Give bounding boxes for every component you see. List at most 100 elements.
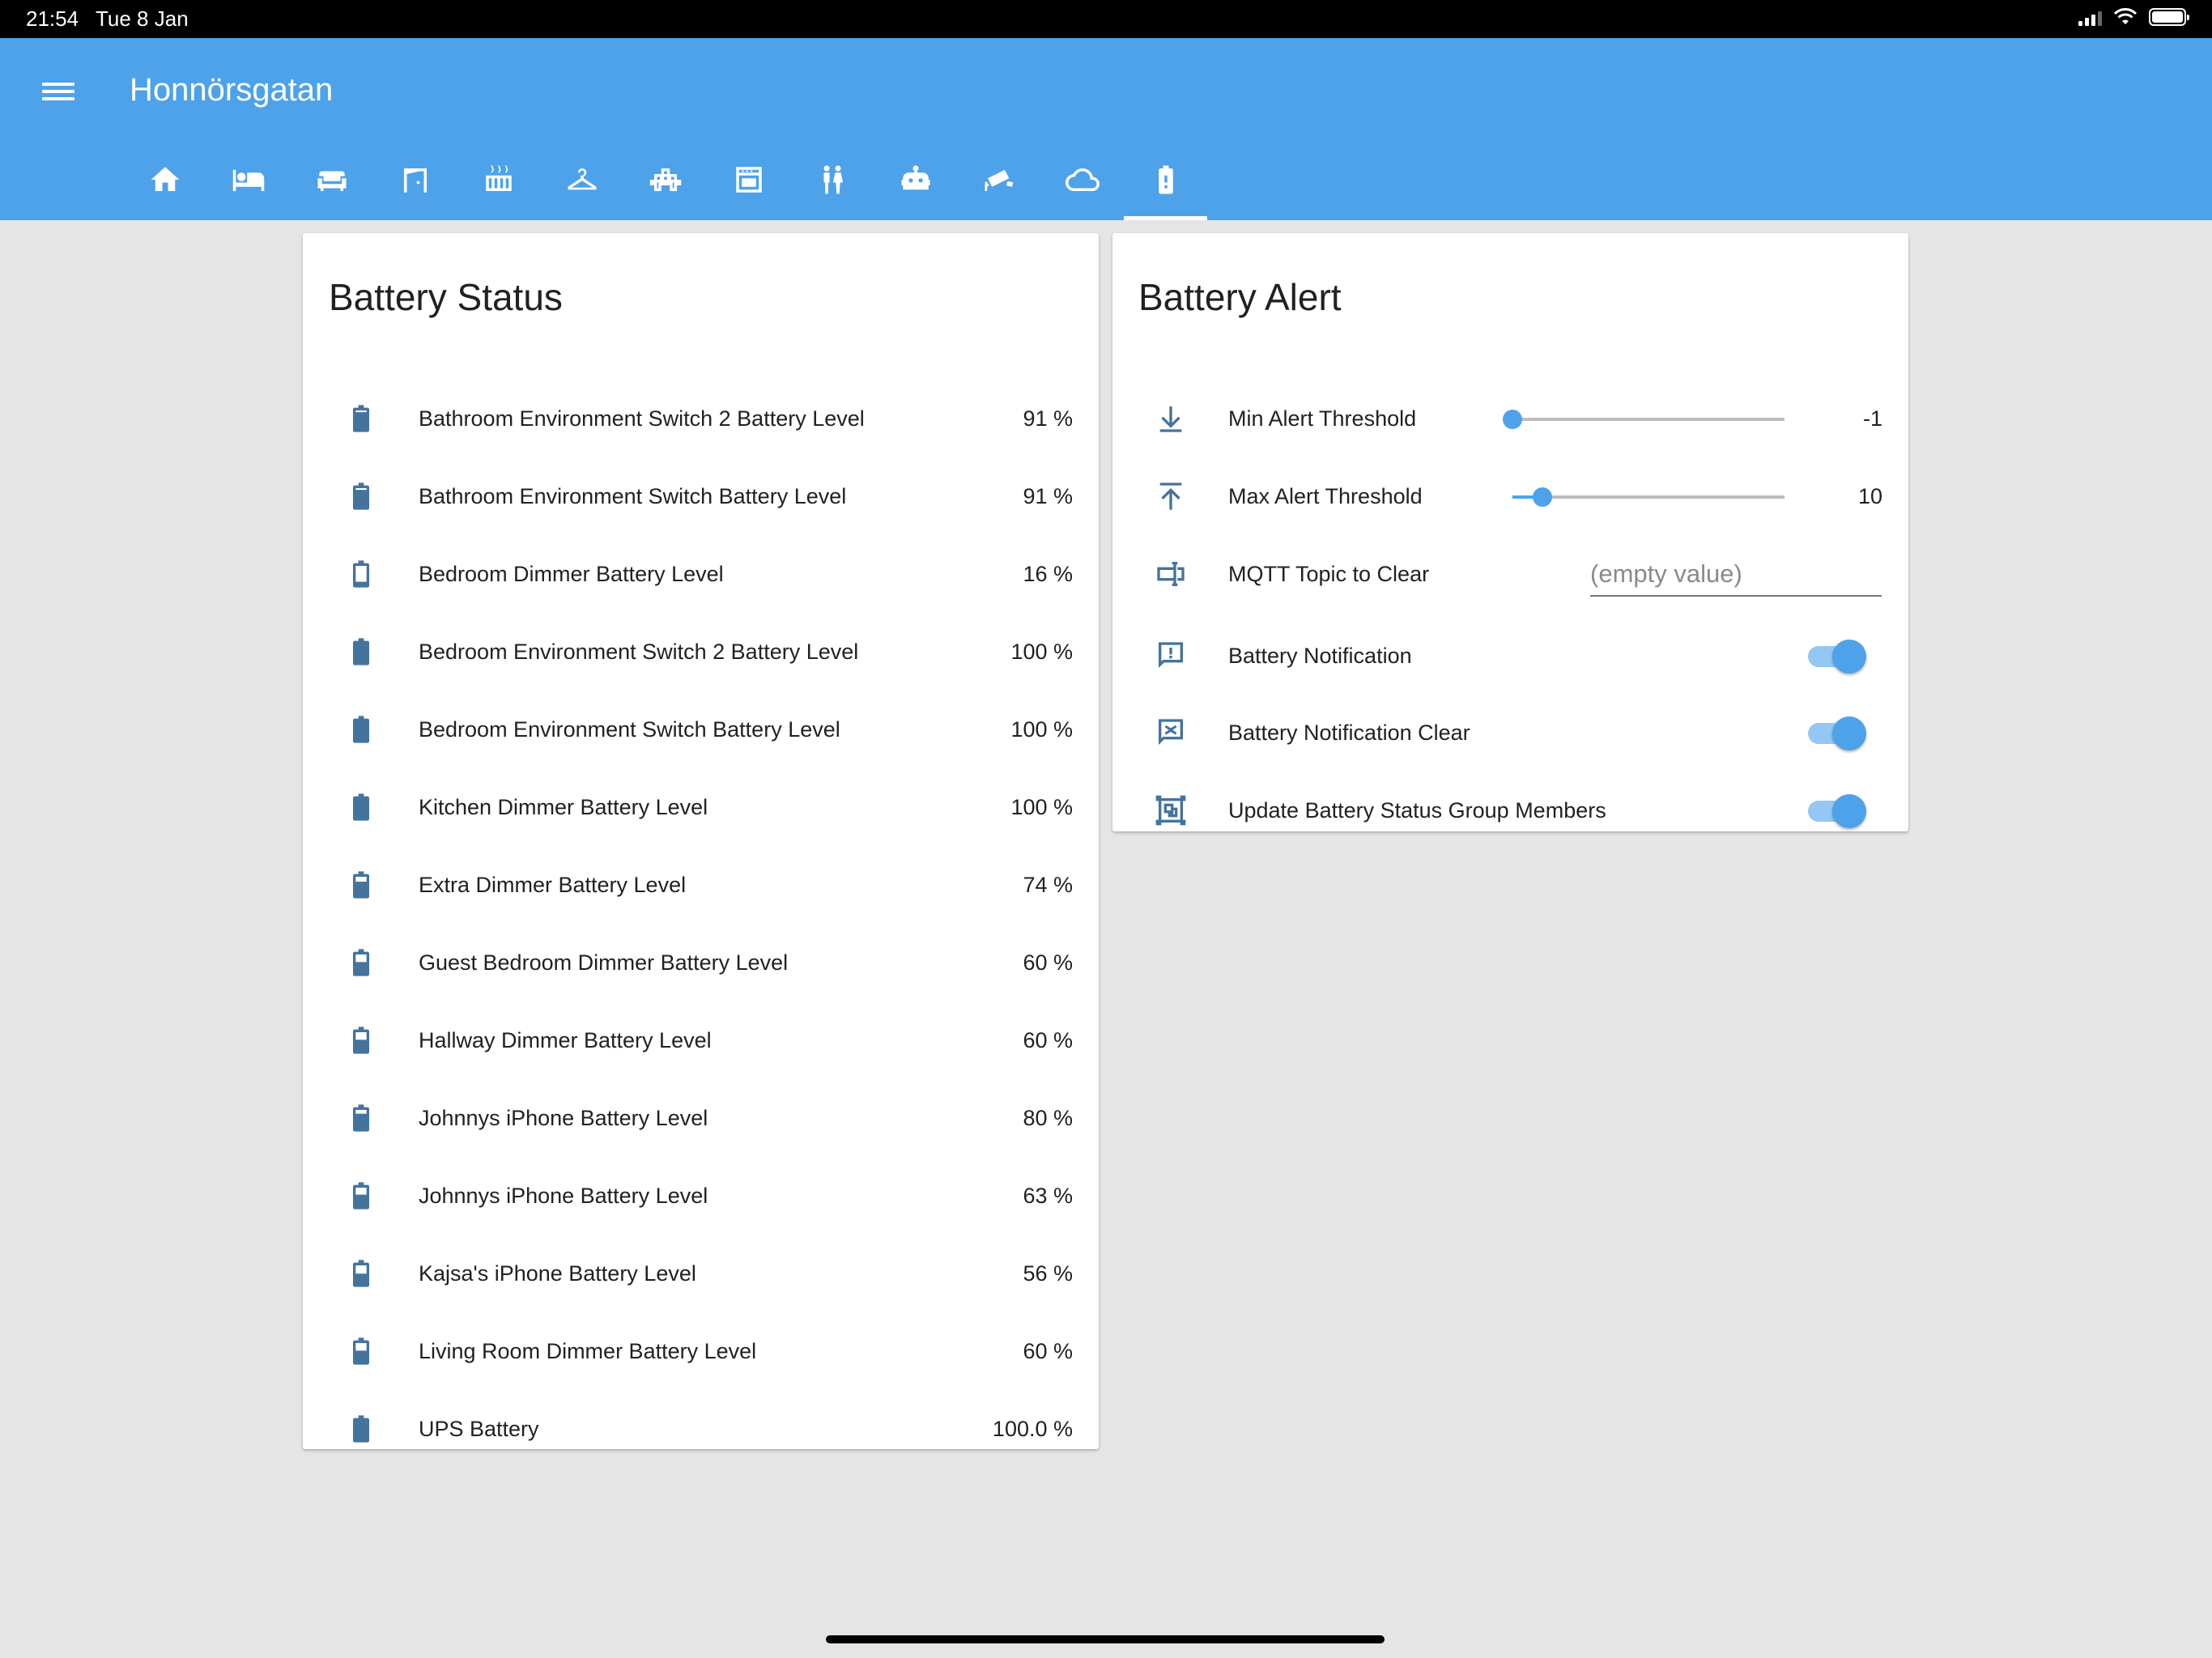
tab-living-room[interactable]: [290, 151, 373, 220]
min-alert-threshold-slider[interactable]: [1503, 410, 1784, 429]
battery-status-label: Bedroom Environment Switch Battery Level: [419, 716, 840, 742]
battery-status-card: Battery Status Bathroom Environment Swit…: [303, 233, 1099, 1449]
battery-status-row[interactable]: Extra Dimmer Battery Level 74 %: [303, 846, 1099, 924]
battery-notification-row: Battery Notification: [1112, 617, 1908, 695]
tab-wardrobe[interactable]: [540, 151, 623, 220]
max-alert-threshold-row: Max Alert Threshold 10: [1112, 457, 1908, 535]
battery-icon: [345, 1257, 377, 1290]
battery-status-value: 74 %: [1023, 872, 1073, 897]
mqtt-topic-row: MQTT Topic to Clear: [1112, 535, 1908, 613]
battery-status-label: Bedroom Environment Switch 2 Battery Lev…: [419, 639, 859, 664]
battery-status-label: Kitchen Dimmer Battery Level: [419, 794, 708, 819]
tab-heating[interactable]: [457, 151, 540, 220]
page-title: Honnörsgatan: [130, 72, 334, 108]
tab-kitchen[interactable]: [623, 151, 707, 220]
mqtt-topic-label: MQTT Topic to Clear: [1228, 561, 1430, 586]
battery-status-row[interactable]: Bedroom Environment Switch 2 Battery Lev…: [303, 613, 1099, 691]
slider-thumb[interactable]: [1532, 487, 1552, 507]
tab-appliances[interactable]: [707, 151, 790, 220]
battery-icon: [345, 1335, 377, 1367]
battery-notification-clear-label: Battery Notification Clear: [1228, 720, 1470, 745]
tab-home[interactable]: [123, 151, 206, 220]
battery-status-value: 91 %: [1023, 483, 1073, 508]
max-alert-threshold-label: Max Alert Threshold: [1228, 483, 1423, 508]
tab-automation[interactable]: [874, 151, 957, 220]
slider-thumb[interactable]: [1503, 410, 1522, 429]
battery-status-row[interactable]: Kajsa's iPhone Battery Level 56 %: [303, 1235, 1099, 1312]
cloud-icon: [1065, 168, 1100, 191]
battery-notification-clear-toggle[interactable]: [1808, 713, 1866, 752]
battery-status-row[interactable]: Bedroom Environment Switch Battery Level…: [303, 691, 1099, 768]
bed-icon: [232, 169, 264, 191]
robot-icon: [901, 165, 929, 190]
battery-status-label: Johnnys iPhone Battery Level: [419, 1105, 708, 1130]
tab-people[interactable]: [790, 151, 874, 220]
battery-notification-clear-row: Battery Notification Clear: [1112, 694, 1908, 772]
update-group-members-label: Update Battery Status Group Members: [1228, 797, 1606, 823]
battery-status-value: 16 %: [1023, 561, 1073, 586]
battery-icon: [345, 1180, 377, 1212]
tab-security[interactable]: [957, 151, 1040, 220]
status-time: 21:54: [26, 6, 79, 31]
cellular-signal-icon: [2078, 8, 2102, 26]
download-arrow-icon: [1155, 402, 1187, 435]
battery-status-label: Hallway Dimmer Battery Level: [419, 1027, 712, 1052]
tab-weather[interactable]: [1040, 151, 1124, 220]
min-alert-threshold-row: Min Alert Threshold -1: [1112, 380, 1908, 457]
battery-notification-toggle[interactable]: [1808, 636, 1866, 675]
menu-icon[interactable]: [42, 79, 74, 111]
battery-icon: [345, 1102, 377, 1134]
battery-status-row[interactable]: Johnnys iPhone Battery Level 80 %: [303, 1079, 1099, 1157]
battery-icon: [345, 402, 377, 435]
radiator-icon: [485, 165, 512, 191]
tab-hallway[interactable]: [373, 151, 457, 220]
people-icon: [823, 165, 843, 194]
battery-status-value: 100 %: [1010, 639, 1073, 664]
view-tabs: [123, 151, 1207, 220]
battery-status-value: 80 %: [1023, 1105, 1073, 1130]
min-alert-threshold-label: Min Alert Threshold: [1228, 406, 1417, 431]
battery-status-row[interactable]: Bathroom Environment Switch 2 Battery Le…: [303, 380, 1099, 457]
battery-status-row[interactable]: Kitchen Dimmer Battery Level 100 %: [303, 768, 1099, 846]
tab-bedroom[interactable]: [206, 151, 290, 220]
battery-status-value: 56 %: [1023, 1261, 1073, 1286]
battery-notification-label: Battery Notification: [1228, 643, 1412, 668]
battery-status-row[interactable]: Living Room Dimmer Battery Level 60 %: [303, 1312, 1099, 1390]
home-indicator[interactable]: [826, 1635, 1385, 1643]
tab-battery[interactable]: [1124, 151, 1207, 220]
update-group-members-toggle[interactable]: [1808, 791, 1866, 830]
message-alert-icon: [1155, 640, 1187, 672]
device-battery-icon: [2149, 8, 2189, 26]
home-icon: [151, 167, 179, 191]
hanger-icon: [568, 168, 596, 190]
max-alert-threshold-value: 10: [1857, 483, 1882, 508]
battery-status-row[interactable]: Guest Bedroom Dimmer Battery Level 60 %: [303, 924, 1099, 1001]
battery-status-value: 63 %: [1023, 1183, 1073, 1208]
textbox-icon: [1155, 558, 1187, 590]
blocks-icon: [649, 168, 681, 191]
message-close-icon: [1155, 716, 1187, 749]
battery-status-label: Living Room Dimmer Battery Level: [419, 1338, 757, 1363]
battery-status-value: 100 %: [1010, 716, 1073, 742]
battery-icon: [345, 636, 377, 668]
status-date: Tue 8 Jan: [96, 6, 189, 31]
battery-status-label: Guest Bedroom Dimmer Battery Level: [419, 950, 789, 975]
status-indicators: [2078, 8, 2189, 26]
battery-status-value: 60 %: [1023, 950, 1073, 975]
battery-status-title: Battery Status: [329, 276, 563, 318]
battery-status-row[interactable]: Hallway Dimmer Battery Level 60 %: [303, 1001, 1099, 1079]
battery-icon: [345, 791, 377, 823]
battery-status-row[interactable]: UPS Battery 100.0 %: [303, 1390, 1099, 1468]
battery-alert-title: Battery Alert: [1138, 276, 1342, 318]
battery-status-row[interactable]: Bathroom Environment Switch Battery Leve…: [303, 457, 1099, 535]
battery-icon: [345, 1413, 377, 1445]
battery-status-row[interactable]: Bedroom Dimmer Battery Level 16 %: [303, 535, 1099, 613]
battery-status-label: UPS Battery: [419, 1416, 539, 1441]
group-icon: [1155, 794, 1187, 827]
battery-status-value: 60 %: [1023, 1338, 1073, 1363]
battery-status-row[interactable]: Johnnys iPhone Battery Level 63 %: [303, 1157, 1099, 1235]
battery-status-label: Bathroom Environment Switch 2 Battery Le…: [419, 406, 865, 431]
mqtt-topic-input[interactable]: [1590, 553, 1882, 597]
battery-icon: [345, 946, 377, 979]
max-alert-threshold-slider[interactable]: [1512, 487, 1784, 507]
